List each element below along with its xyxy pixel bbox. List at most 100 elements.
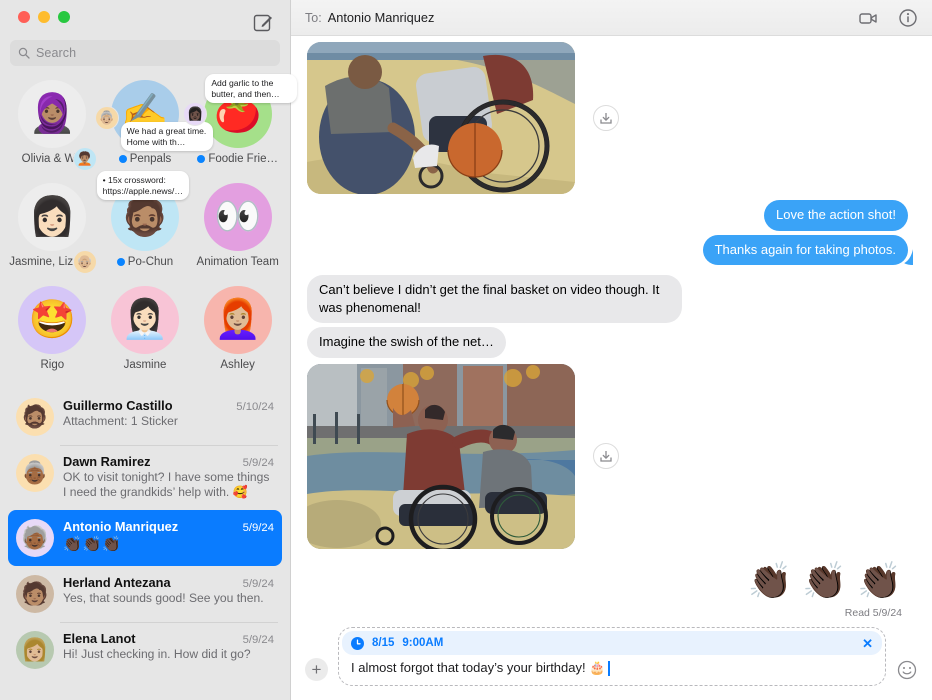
message-preview-bubble: Add garlic to the butter, and then… [205, 74, 298, 104]
search-icon [18, 47, 30, 59]
avatar: 🤩 [18, 286, 87, 354]
minimize-window-button[interactable] [38, 11, 50, 23]
conversation-preview: 👏🏿👏🏿👏🏿 [63, 535, 123, 553]
conversation-pane: To: Antonio Manriquez Love the action sh… [291, 0, 932, 700]
outgoing-bubble[interactable]: Thanks again for taking photos. [702, 234, 908, 266]
unread-dot-icon [118, 155, 127, 163]
conversation-item-body: Guillermo Castillo 5/10/24 Attachment: 1 S… [63, 398, 274, 436]
conversation-list: 🧔🏽 Guillermo Castillo 5/10/24 Attachment: 1… [0, 389, 290, 700]
search-input[interactable]: Search [10, 40, 280, 66]
message-row: Love the action shot! [307, 200, 908, 231]
search-container: Search [0, 34, 290, 76]
text-caret [608, 660, 610, 676]
close-window-button[interactable] [18, 11, 30, 23]
pinned-conversation-name: Foodie Frie… [208, 153, 278, 165]
pinned-conversation[interactable]: 👩🏼‍🦰 Ashley [191, 286, 284, 381]
pinned-conversation-label: Penpals [118, 153, 172, 165]
search-placeholder: Search [36, 46, 77, 60]
avatar: 👩🏼‍🦰 [203, 286, 272, 354]
conversation-date: 5/9/24 [242, 577, 274, 590]
conversation-list-item[interactable]: 👩🏼 Elena Lanot 5/9/24 Hi! Just checking in.… [8, 621, 282, 678]
message-row: Thanks again for taking photos. [307, 234, 908, 266]
plus-icon[interactable]: + [305, 658, 328, 681]
avatar: 🧑🏽 [16, 574, 54, 613]
pinned-conversations: 🧕🏽 🧑🏽‍🦱 Olivia & Will ✍️ 👵🏼 We had a great ti… [0, 74, 298, 389]
zoom-window-button[interactable] [58, 11, 70, 23]
message-input-container[interactable]: 8/15 9:00AM ✕ I almost forgot that today… [338, 627, 886, 686]
pinned-conversation-label: Foodie Frie… [197, 153, 278, 165]
pinned-conversation-name: Po-Chun [127, 256, 174, 268]
send-later-date[interactable]: 8/15 [372, 637, 394, 649]
conversation-preview: Hi! Just checking in. How did it go? [63, 646, 251, 661]
smiley-icon[interactable] [896, 659, 918, 681]
pinned-conversation[interactable]: 👩🏻 👴🏼 Jasmine, Liz &… [6, 183, 99, 278]
avatar: 👴🏼 [72, 250, 97, 274]
conversation-list-item[interactable]: 👵🏾 Dawn Ramirez 5/9/24 OK to visit tonight?… [8, 445, 282, 510]
unread-dot-icon [197, 155, 206, 163]
pinned-conversation[interactable]: 👩🏻‍💼 Jasmine [99, 286, 192, 381]
info-icon[interactable] [898, 8, 918, 28]
save-photo-button[interactable] [593, 105, 619, 131]
message-photo-row [307, 363, 908, 549]
pinned-conversation-name: Penpals [129, 153, 172, 165]
incoming-bubble[interactable]: Imagine the swish of the net… [307, 327, 506, 358]
emoji-message[interactable]: 👏🏿 👏🏿 👏🏿 [307, 562, 908, 599]
pinned-conversation[interactable]: 🧕🏽 🧑🏽‍🦱 Olivia & Will [6, 80, 99, 175]
avatar: 👩🏻‍💼 [110, 286, 179, 354]
conversation-item-header: Dawn Ramirez 5/9/24 [63, 454, 274, 469]
clock-icon [351, 636, 364, 650]
message-row: Imagine the swish of the net… [307, 327, 908, 358]
conversation-list-item[interactable]: 🧔🏽 Guillermo Castillo 5/10/24 Attachment: 1… [8, 389, 282, 445]
conversation-list-item[interactable]: 🧓🏾 Antonio Manriquez 5/9/24 👏🏿👏🏿👏🏿 [8, 509, 282, 566]
conversation-name: Dawn Ramirez [63, 454, 151, 469]
conversation-item-body: Herland Antezana 5/9/24 Yes, that sounds g… [63, 575, 274, 613]
message-input[interactable]: I almost forgot that today’s your birthd… [342, 655, 882, 682]
video-camera-icon[interactable] [858, 8, 878, 28]
conversation-preview: OK to visit tonight? I have some things … [63, 470, 270, 500]
message-thread[interactable]: Love the action shot! Thanks again for t… [291, 36, 932, 619]
close-icon[interactable]: ✕ [862, 637, 873, 650]
save-photo-button[interactable] [593, 443, 619, 470]
pinned-conversation[interactable]: 👀 Animation Team [191, 183, 284, 278]
header-actions [858, 8, 918, 28]
conversation-preview: Attachment: 1 Sticker [63, 414, 178, 428]
conversation-date: 5/9/24 [242, 521, 274, 534]
avatar: 👀 [203, 183, 272, 251]
conversation-list-item[interactable]: 🧑🏽 Herland Antezana 5/9/24 Yes, that sounds… [8, 566, 282, 622]
avatar: 🧕🏽 [18, 80, 87, 148]
basketball-on-court-photo[interactable] [307, 42, 575, 194]
to-label: To: [305, 10, 322, 25]
conversation-date: 5/10/24 [236, 401, 274, 413]
send-later-time[interactable]: 9:00AM [402, 637, 443, 649]
avatar: 👵🏾 [16, 454, 54, 492]
conversation-item-body: Dawn Ramirez 5/9/24 OK to visit tonight? I… [63, 454, 274, 501]
compose-icon[interactable] [252, 12, 274, 34]
unread-dot-icon [116, 258, 125, 266]
conversation-item-body: Elena Lanot 5/9/24 Hi! Just checking in. H… [63, 631, 274, 669]
window-controls [0, 0, 290, 34]
message-composer: + 8/15 9:00AM ✕ I almost forgot that tod… [291, 619, 932, 700]
conversation-name: Herland Antezana [63, 574, 171, 590]
message-photo-row [307, 42, 908, 194]
avatar: 👩🏼 [16, 630, 54, 669]
avatar: 👩🏻 [18, 183, 87, 251]
recipient-name[interactable]: Antonio Manriquez [328, 10, 435, 25]
conversation-name: Elena Lanot [63, 630, 136, 646]
conversation-name: Guillermo Castillo [63, 398, 173, 413]
conversation-header: To: Antonio Manriquez [291, 0, 932, 36]
download-icon [600, 113, 612, 124]
message-input-text: I almost forgot that today’s your birthd… [351, 660, 606, 675]
pinned-conversation[interactable]: 🧔🏽 • 15x crossword: https://apple.news/… P… [96, 171, 192, 278]
read-receipt: Read 5/9/24 [844, 606, 902, 619]
message-row: Can’t believe I didn’t get the final bas… [307, 275, 908, 324]
incoming-bubble[interactable]: Can’t believe I didn’t get the final bas… [307, 275, 682, 324]
pinned-conversation[interactable]: 🤩 Rigo [6, 286, 99, 381]
outgoing-bubble[interactable]: Love the action shot! [764, 200, 908, 231]
conversation-preview: Yes, that sounds good! See you then. [63, 590, 264, 605]
wheelchair-basketball-shot-photo[interactable] [307, 363, 575, 549]
pinned-conversation[interactable]: ✍️ 👵🏼 We had a great time. Home with th… Pe… [94, 80, 213, 175]
avatar: 🧑🏽‍🦱 [72, 147, 97, 171]
sidebar: Search 🧕🏽 🧑🏽‍🦱 Olivia & Will ✍️ 👵🏼 We had a g… [0, 0, 298, 700]
pinned-conversation-name: Animation Team [196, 256, 279, 268]
pinned-conversation-name: Ashley [220, 359, 255, 371]
